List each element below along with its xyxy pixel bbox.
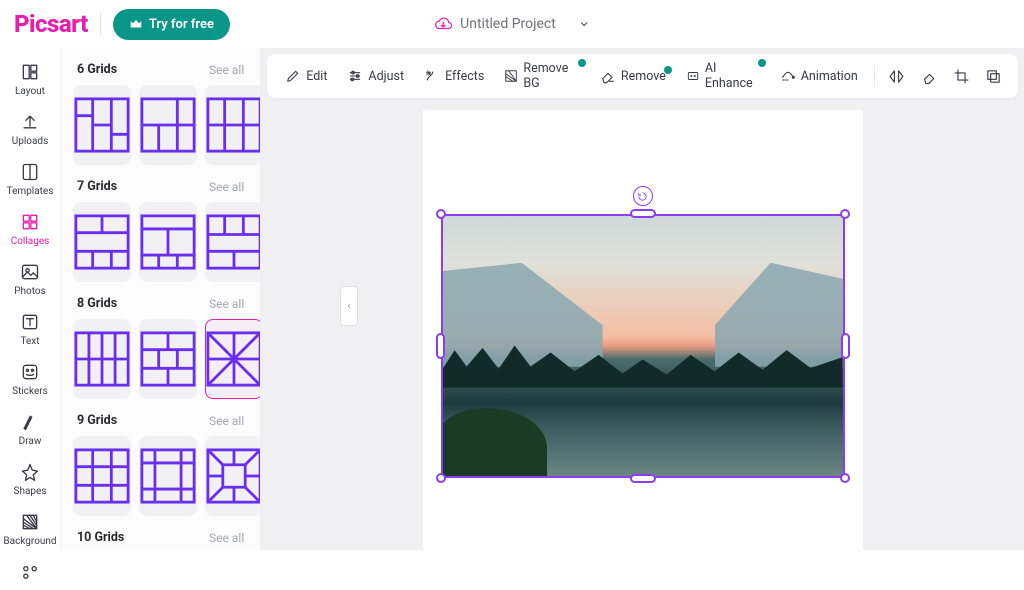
grid-option-8b[interactable] xyxy=(139,319,197,399)
remove-bg-icon xyxy=(504,68,518,84)
grid-option-7b[interactable] xyxy=(139,202,197,282)
resize-handle-bottom[interactable] xyxy=(630,474,656,483)
premium-badge xyxy=(758,59,766,67)
see-all-link[interactable]: See all xyxy=(209,414,244,428)
sidebar-item-background[interactable]: Background xyxy=(0,504,60,554)
svg-text:fx: fx xyxy=(426,70,431,77)
premium-badge xyxy=(578,59,586,67)
see-all-link[interactable]: See all xyxy=(209,63,244,77)
sidebar-item-templates[interactable]: Templates xyxy=(0,154,60,204)
canvas[interactable] xyxy=(261,98,1024,550)
sidebar-item-layout[interactable]: Layout xyxy=(0,54,60,104)
grid-option-6b[interactable] xyxy=(139,85,197,165)
artboard[interactable] xyxy=(423,110,863,550)
ai-enhance-icon xyxy=(686,68,700,84)
sidebar-item-photos[interactable]: Photos xyxy=(0,254,60,304)
canvas-toolbar: Edit Adjust fxEffects Remove BG Remove A… xyxy=(267,54,1018,98)
grid-option-6c[interactable] xyxy=(205,85,261,165)
brand-logo[interactable]: Picsart xyxy=(14,10,88,38)
try-free-button[interactable]: Try for free xyxy=(113,9,230,40)
separator xyxy=(100,13,101,35)
remove-icon xyxy=(600,68,616,84)
section-title: 10 Grids xyxy=(77,530,124,545)
collages-panel: 6 Grids See all 7 Grids See all 8 Grids See… xyxy=(61,48,261,550)
resize-handle-bl[interactable] xyxy=(436,473,446,483)
rotate-handle[interactable] xyxy=(633,186,653,206)
background-icon xyxy=(20,512,40,532)
sidebar-item-uploads[interactable]: Uploads xyxy=(0,104,60,154)
erase-icon xyxy=(921,68,938,85)
see-all-link[interactable]: See all xyxy=(209,297,244,311)
section-title: 9 Grids xyxy=(77,413,117,428)
resize-handle-tl[interactable] xyxy=(436,209,446,219)
flip-icon xyxy=(888,68,905,85)
crop-button[interactable] xyxy=(947,60,975,92)
separator xyxy=(874,65,875,87)
sidebar: Layout Uploads Templates Collages Photos… xyxy=(0,48,61,550)
see-all-link[interactable]: See all xyxy=(209,531,244,545)
resize-handle-left[interactable] xyxy=(436,333,445,359)
grid-option-7a[interactable] xyxy=(73,202,131,282)
selected-image[interactable] xyxy=(441,214,845,478)
edit-icon xyxy=(285,68,301,84)
templates-icon xyxy=(20,162,40,182)
layers-icon xyxy=(985,68,1002,85)
section-title: 6 Grids xyxy=(77,62,117,77)
cloud-icon xyxy=(434,15,452,33)
resize-handle-right[interactable] xyxy=(841,333,850,359)
resize-handle-top[interactable] xyxy=(630,209,656,218)
project-title[interactable]: Untitled Project xyxy=(434,15,590,33)
see-all-link[interactable]: See all xyxy=(209,180,244,194)
animation-button[interactable]: Animation xyxy=(772,63,866,89)
layers-button[interactable] xyxy=(980,60,1008,92)
adjust-button[interactable]: Adjust xyxy=(339,63,412,89)
sidebar-item-draw[interactable]: Draw xyxy=(0,404,60,454)
stickers-icon xyxy=(20,362,40,382)
text-icon xyxy=(20,312,40,332)
sidebar-item-text[interactable]: Text xyxy=(0,304,60,354)
resize-handle-br[interactable] xyxy=(840,473,850,483)
shapes-icon xyxy=(20,462,40,482)
grid-option-9a[interactable] xyxy=(73,436,131,516)
section-title: 7 Grids xyxy=(77,179,117,194)
collages-icon xyxy=(20,212,40,232)
premium-badge xyxy=(664,66,672,74)
animation-icon xyxy=(780,68,796,84)
remove-button[interactable]: Remove xyxy=(592,63,674,89)
sidebar-item-more[interactable] xyxy=(0,554,60,590)
sidebar-item-collages[interactable]: Collages xyxy=(0,204,60,254)
effects-button[interactable]: fxEffects xyxy=(416,63,492,89)
crown-icon xyxy=(129,17,143,31)
grid-option-8a[interactable] xyxy=(73,319,131,399)
chevron-down-icon xyxy=(578,18,590,30)
grid-option-6a[interactable] xyxy=(73,85,131,165)
collapse-panel-button[interactable]: ‹ xyxy=(340,286,358,326)
layout-icon xyxy=(20,62,40,82)
ai-enhance-button[interactable]: AI Enhance xyxy=(678,56,768,96)
image-content xyxy=(441,214,845,478)
effects-icon: fx xyxy=(424,68,440,84)
edit-button[interactable]: Edit xyxy=(277,63,335,89)
section-title: 8 Grids xyxy=(77,296,117,311)
grid-option-7c[interactable] xyxy=(205,202,261,282)
grid-option-9c[interactable] xyxy=(205,436,261,516)
photos-icon xyxy=(20,262,40,282)
flip-button[interactable] xyxy=(883,60,911,92)
sidebar-item-stickers[interactable]: Stickers xyxy=(0,354,60,404)
upload-icon xyxy=(20,112,40,132)
adjust-icon xyxy=(347,68,363,84)
draw-icon xyxy=(20,412,40,432)
grid-option-9b[interactable] xyxy=(139,436,197,516)
crop-icon xyxy=(953,68,970,85)
remove-bg-button[interactable]: Remove BG xyxy=(496,56,588,96)
resize-handle-tr[interactable] xyxy=(840,209,850,219)
sidebar-item-shapes[interactable]: Shapes xyxy=(0,454,60,504)
grid-option-8c[interactable] xyxy=(205,319,261,399)
more-icon xyxy=(20,562,40,582)
erase-button[interactable] xyxy=(915,60,943,92)
